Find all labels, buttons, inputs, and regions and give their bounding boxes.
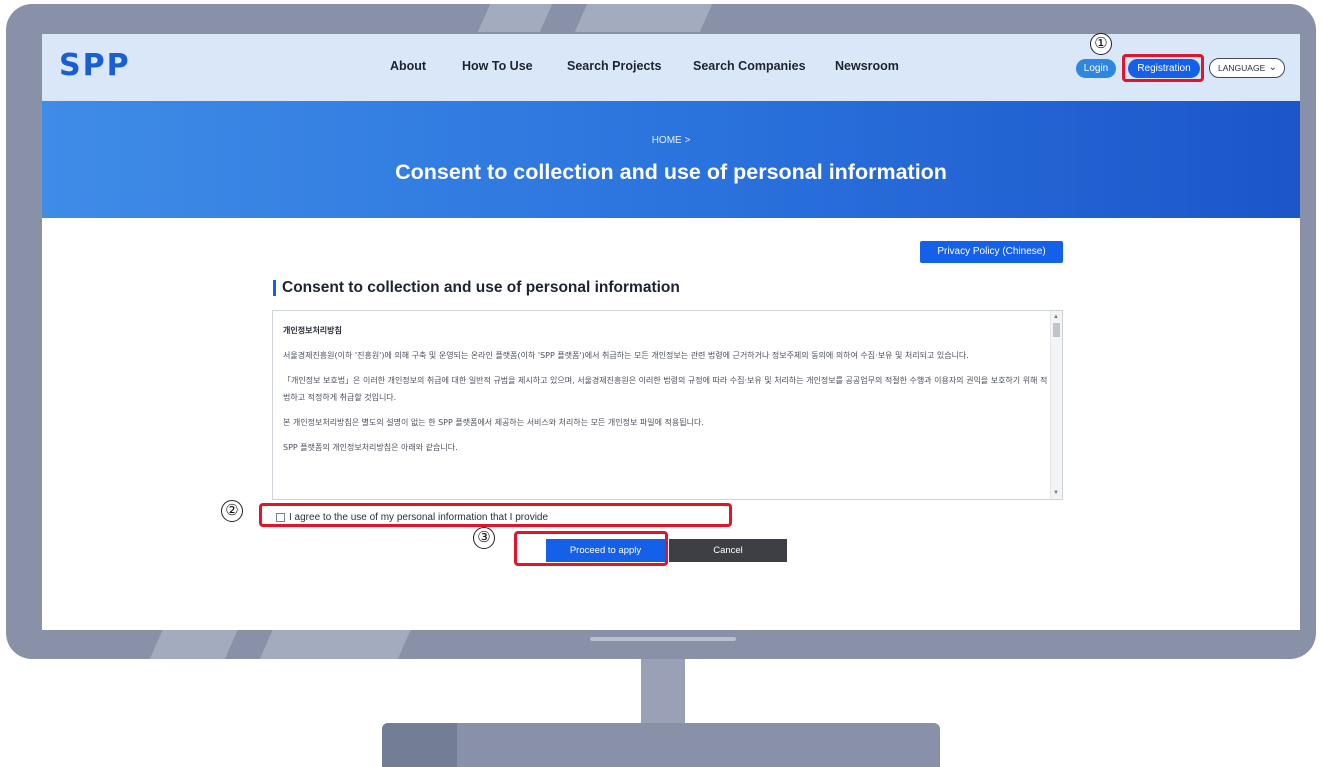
chevron-down-icon: ⌄ [1268,62,1277,73]
bezel-glare [574,4,713,32]
tutorial-slide: SPP About How To Use Search Projects Sea… [0,0,1323,767]
policy-textbox[interactable]: 개인정보처리방침 서울경제진흥원(이하 '진흥원')에 의해 구축 및 운영되는… [272,310,1063,500]
bezel-glare [257,625,413,659]
page-title: Consent to collection and use of persona… [395,160,947,184]
cancel-button[interactable]: Cancel [669,539,787,562]
monitor-chin-line [590,637,736,641]
scroll-up-icon[interactable]: ▲ [1053,314,1059,320]
highlight-registration [1122,54,1204,82]
scroll-down-icon[interactable]: ▼ [1053,490,1059,496]
step-3-marker: ③ [473,527,495,549]
policy-paragraph: 서울경제진흥원(이하 '진흥원')에 의해 구축 및 운영되는 온라인 플랫폼(… [283,351,969,360]
login-button[interactable]: Login [1076,59,1116,78]
highlight-agree-checkbox [259,503,732,527]
policy-paragraph: SPP 플랫폼의 개인정보처리방침은 아래와 같습니다. [283,443,458,452]
spp-logo[interactable]: SPP [59,51,131,81]
monitor-neck [641,659,685,724]
browser-screen: SPP About How To Use Search Projects Sea… [42,34,1300,630]
step-1-marker: ① [1090,33,1112,55]
language-label: LANGUAGE [1218,63,1266,73]
policy-text: 개인정보처리방침 서울경제진흥원(이하 '진흥원')에 의해 구축 및 운영되는… [283,322,1048,464]
nav-newsroom[interactable]: Newsroom [835,59,899,79]
section-title-marker [273,280,276,296]
nav-search-companies[interactable]: Search Companies [693,59,806,79]
policy-heading: 개인정보처리방침 [283,326,342,335]
highlight-proceed-button [514,531,668,566]
nav-how-to-use[interactable]: How To Use [462,59,533,79]
nav-about[interactable]: About [390,59,426,79]
breadcrumb[interactable]: HOME > [42,135,1300,146]
nav-search-projects[interactable]: Search Projects [567,59,662,79]
language-select[interactable]: LANGUAGE ⌄ [1209,58,1285,78]
bezel-glare [147,625,240,659]
monitor-bezel: SPP About How To Use Search Projects Sea… [6,4,1316,659]
page-banner: HOME > Consent to collection and use of … [42,101,1300,218]
privacy-policy-chinese-button[interactable]: Privacy Policy (Chinese) [920,241,1063,263]
monitor-base [382,723,940,767]
scrollbar-thumb[interactable] [1053,323,1060,337]
section-title: Consent to collection and use of persona… [282,279,680,296]
monitor-base-shade [382,723,457,767]
policy-paragraph: 「개인정보 보호법」은 이러한 개인정보의 취급에 대한 일반적 규범을 제시하… [283,376,1048,402]
policy-paragraph: 본 개인정보처리방침은 별도의 설명이 없는 한 SPP 플랫폼에서 제공하는 … [283,418,704,427]
step-2-marker: ② [221,500,243,522]
bezel-glare [477,4,553,32]
policy-scrollbar[interactable]: ▲ ▼ [1050,311,1062,499]
